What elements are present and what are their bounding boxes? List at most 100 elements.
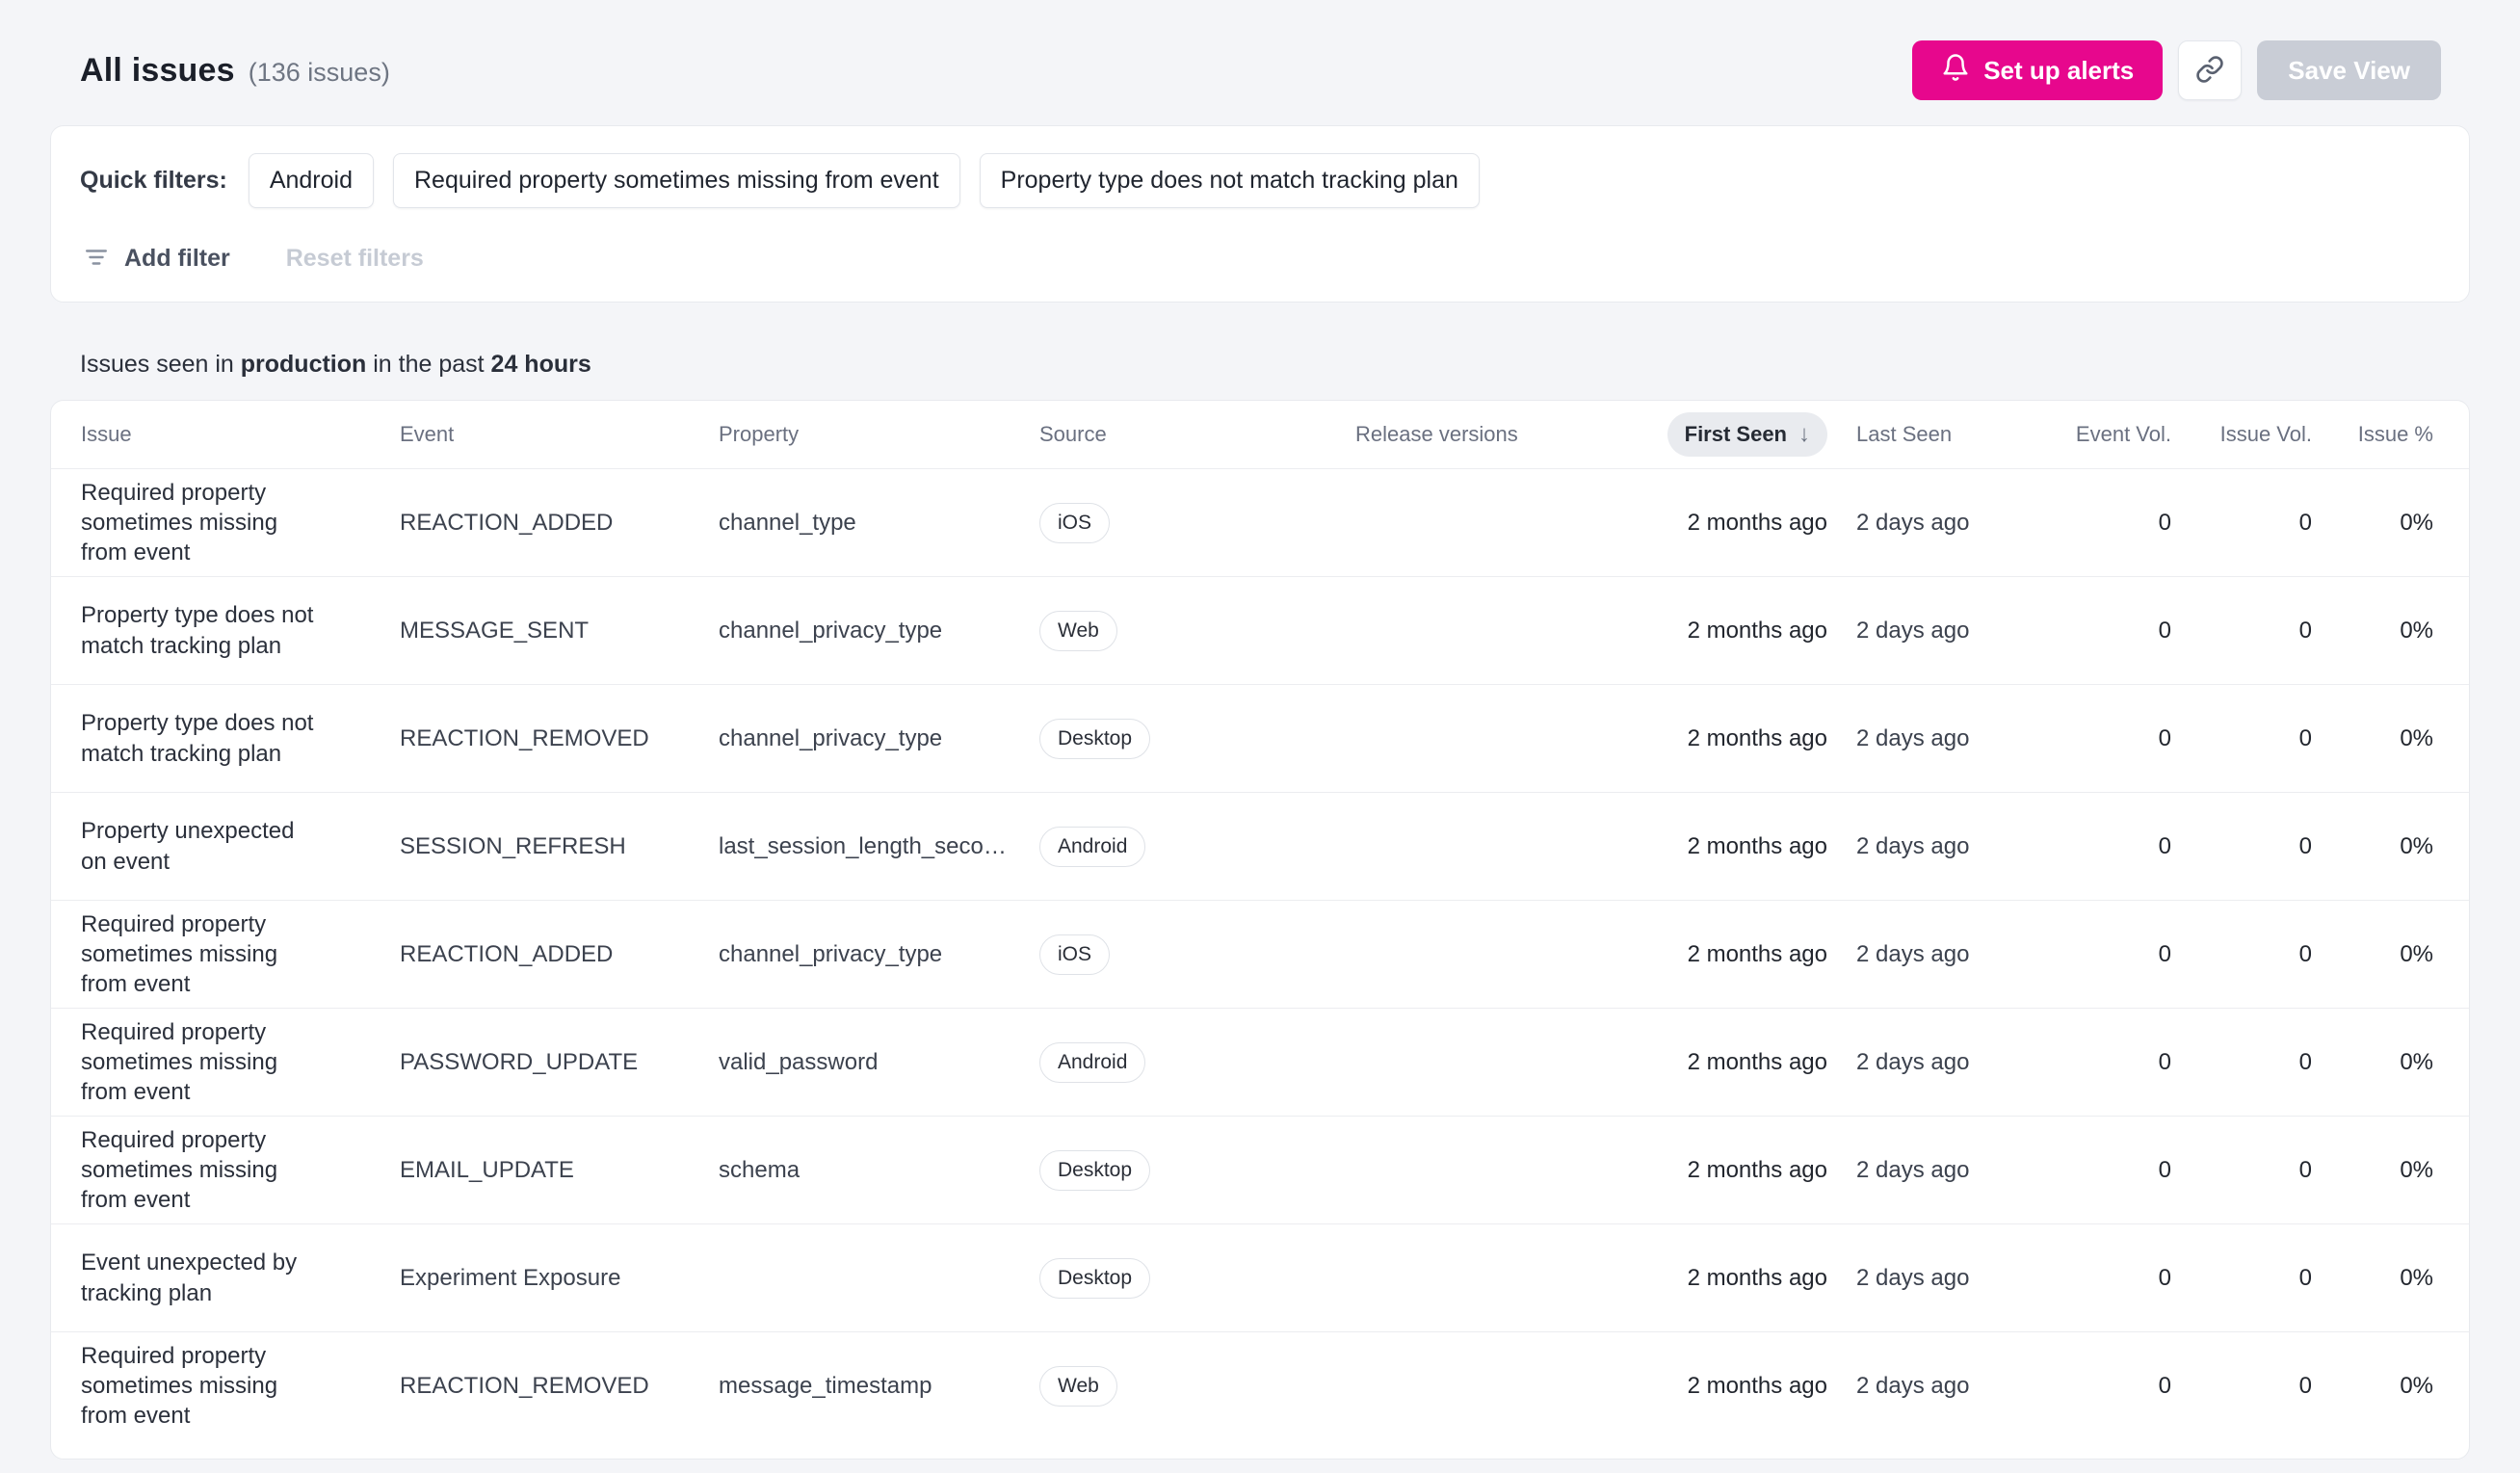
last-seen-cell: 2 days ago	[1856, 724, 1970, 751]
table-row[interactable]: Event unexpected by tracking plan Experi…	[51, 1223, 2469, 1331]
issue-pct-cell: 0%	[2400, 509, 2433, 536]
source-cell: Desktop	[1039, 1257, 1355, 1299]
source-chip: Desktop	[1039, 1149, 1151, 1191]
issue-pct-cell: 0%	[2400, 617, 2433, 644]
event-vol-cell: 0	[2158, 1156, 2171, 1183]
issue-cell: Required property sometimes missing from…	[81, 910, 278, 998]
event-vol-cell: 0	[2158, 509, 2171, 536]
link-icon	[2195, 55, 2224, 87]
column-header-release-versions[interactable]: Release versions	[1355, 422, 1654, 447]
reset-filters-label: Reset filters	[285, 245, 424, 272]
table-row[interactable]: Required property sometimes missing from…	[51, 1008, 2469, 1116]
column-header-issue-vol[interactable]: Issue Vol.	[2171, 422, 2312, 447]
issue-pct-cell: 0%	[2400, 724, 2433, 751]
column-header-event-vol[interactable]: Event Vol.	[2049, 422, 2171, 447]
column-header-issue-pct[interactable]: Issue %	[2312, 422, 2433, 447]
event-cell: REACTION_ADDED	[400, 509, 614, 536]
table-row[interactable]: Required property sometimes missing from…	[51, 900, 2469, 1008]
first-seen-cell: 2 months ago	[1687, 832, 1827, 859]
first-seen-cell: 2 months ago	[1687, 617, 1827, 644]
source-chip: Android	[1039, 1041, 1146, 1083]
column-header-event[interactable]: Event	[400, 422, 719, 447]
issue-count: (136 issues)	[248, 57, 390, 87]
last-seen-cell: 2 days ago	[1856, 1156, 1970, 1183]
status-prefix: Issues seen in	[80, 351, 241, 378]
column-header-property[interactable]: Property	[719, 422, 1039, 447]
quick-filter-chip-android[interactable]: Android	[248, 153, 374, 208]
column-header-issue[interactable]: Issue	[81, 422, 400, 447]
status-environment: production	[240, 351, 367, 378]
sort-pill-first-seen[interactable]: First Seen ↓	[1667, 412, 1827, 457]
first-seen-cell: 2 months ago	[1687, 1372, 1827, 1399]
event-vol-cell: 0	[2158, 617, 2171, 644]
issue-vol-cell: 0	[2298, 724, 2312, 751]
add-filter-button[interactable]: Add filter	[84, 245, 230, 273]
first-seen-cell: 2 months ago	[1687, 724, 1827, 751]
first-seen-cell: 2 months ago	[1687, 509, 1827, 536]
source-chip: iOS	[1039, 502, 1111, 543]
event-cell: REACTION_ADDED	[400, 940, 614, 967]
add-filter-label: Add filter	[124, 245, 230, 272]
event-vol-cell: 0	[2158, 1264, 2171, 1291]
table-header-row: Issue Event Property Source Release vers…	[51, 401, 2469, 468]
first-seen-cell: 2 months ago	[1687, 1264, 1827, 1291]
last-seen-cell: 2 days ago	[1856, 1048, 1970, 1075]
last-seen-cell: 2 days ago	[1856, 940, 1970, 967]
source-cell: Desktop	[1039, 718, 1355, 759]
event-vol-cell: 0	[2158, 724, 2171, 751]
issue-cell: Required property sometimes missing from…	[81, 1018, 278, 1106]
last-seen-cell: 2 days ago	[1856, 617, 1970, 644]
issue-pct-cell: 0%	[2400, 1156, 2433, 1183]
event-vol-cell: 0	[2158, 832, 2171, 859]
source-cell: Android	[1039, 1041, 1355, 1083]
column-header-source[interactable]: Source	[1039, 422, 1355, 447]
table-row[interactable]: Required property sometimes missing from…	[51, 1331, 2469, 1439]
table-row[interactable]: Property type does not match tracking pl…	[51, 684, 2469, 792]
page-title: All issues	[80, 51, 235, 89]
property-cell: channel_type	[719, 509, 856, 536]
event-cell: PASSWORD_UPDATE	[400, 1048, 639, 1075]
event-cell: SESSION_REFRESH	[400, 832, 626, 859]
save-view-button[interactable]: Save View	[2257, 40, 2441, 100]
table-row[interactable]: Property unexpected on event SESSION_REF…	[51, 792, 2469, 900]
source-chip: iOS	[1039, 934, 1111, 975]
source-cell: Desktop	[1039, 1149, 1355, 1191]
source-chip: Android	[1039, 826, 1146, 867]
header-actions: Set up alerts Save View	[1912, 40, 2441, 100]
column-header-last-seen[interactable]: Last Seen	[1827, 422, 2049, 447]
table-row[interactable]: Property type does not match tracking pl…	[51, 576, 2469, 684]
last-seen-cell: 2 days ago	[1856, 1372, 1970, 1399]
quick-filter-chip-required-property[interactable]: Required property sometimes missing from…	[393, 153, 960, 208]
issue-vol-cell: 0	[2298, 617, 2312, 644]
issue-vol-cell: 0	[2298, 1372, 2312, 1399]
reset-filters-button[interactable]: Reset filters	[286, 245, 424, 273]
quick-filters-row: Quick filters: Android Required property…	[80, 153, 2440, 208]
source-cell: Web	[1039, 610, 1355, 651]
property-cell: valid_password	[719, 1048, 879, 1075]
source-cell: iOS	[1039, 934, 1355, 975]
set-up-alerts-button[interactable]: Set up alerts	[1912, 40, 2164, 100]
property-cell: last_session_length_secon...	[719, 832, 1008, 859]
table-row[interactable]: Required property sometimes missing from…	[51, 468, 2469, 576]
status-line: Issues seen in production in the past 24…	[48, 302, 2472, 379]
set-up-alerts-label: Set up alerts	[1983, 55, 2135, 85]
issue-pct-cell: 0%	[2400, 940, 2433, 967]
issues-table: Issue Event Property Source Release vers…	[50, 400, 2470, 1460]
last-seen-cell: 2 days ago	[1856, 509, 1970, 536]
table-row[interactable]: Required property sometimes missing from…	[51, 1116, 2469, 1223]
copy-link-button[interactable]	[2178, 40, 2243, 100]
property-cell: channel_privacy_type	[719, 940, 943, 967]
quick-filter-chip-property-type[interactable]: Property type does not match tracking pl…	[979, 153, 1480, 208]
issue-pct-cell: 0%	[2400, 832, 2433, 859]
issue-cell: Required property sometimes missing from…	[81, 1126, 278, 1214]
source-chip: Desktop	[1039, 1257, 1151, 1299]
source-cell: iOS	[1039, 502, 1355, 543]
status-time-range: 24 hours	[490, 351, 591, 378]
first-seen-cell: 2 months ago	[1687, 940, 1827, 967]
issue-cell: Property type does not match tracking pl…	[81, 602, 314, 659]
status-middle: in the past	[366, 351, 491, 378]
property-cell: channel_privacy_type	[719, 617, 943, 644]
top-bar: All issues (136 issues) Set up alerts Sa…	[48, 0, 2472, 100]
issue-vol-cell: 0	[2298, 832, 2312, 859]
issue-vol-cell: 0	[2298, 940, 2312, 967]
